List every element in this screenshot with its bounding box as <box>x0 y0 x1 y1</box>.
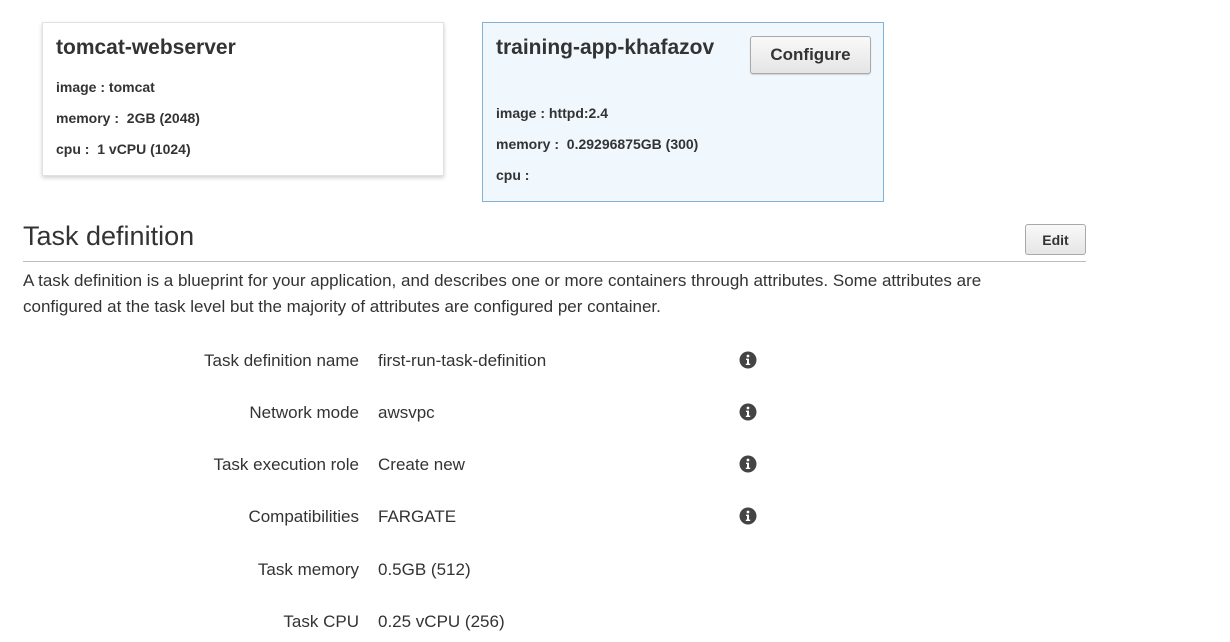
container-image-row: image : httpd:2.4 <box>496 105 608 121</box>
memory-value: 2GB (2048) <box>122 110 200 126</box>
edit-button[interactable]: Edit <box>1025 224 1086 255</box>
section-title: Task definition <box>23 221 195 251</box>
container-name: training-app-khafazov <box>496 36 715 59</box>
field-value-task-definition-name: first-run-task-definition <box>378 351 547 370</box>
container-name: tomcat-webserver <box>56 36 236 59</box>
field-label-task-memory: Task memory <box>257 560 359 579</box>
field-value-compatibilities: FARGATE <box>378 507 457 526</box>
field-label-compatibilities: Compatibilities <box>248 507 359 526</box>
field-label-network-mode: Network mode <box>249 403 359 422</box>
container-card-training-app-khafazov[interactable]: training-app-khafazov Configure image : … <box>482 22 884 202</box>
cpu-value: 1 vCPU (1024) <box>93 141 191 157</box>
section-description: A task definition is a blueprint for you… <box>23 271 982 316</box>
configure-button[interactable]: Configure <box>750 36 871 74</box>
container-memory-row: memory : 2GB (2048) <box>56 110 200 126</box>
image-value: tomcat <box>108 79 155 95</box>
container-card-tomcat-webserver[interactable]: tomcat-webserver image : tomcat memory :… <box>42 22 444 176</box>
memory-value: 0.29296875GB (300) <box>562 136 699 152</box>
memory-label: memory : <box>56 110 123 126</box>
field-label-task-execution-role: Task execution role <box>213 455 359 474</box>
cpu-label: cpu : <box>496 167 534 183</box>
field-value-task-memory: 0.5GB (512) <box>378 560 471 579</box>
field-label-task-definition-name: Task definition name <box>204 351 359 370</box>
image-label: image : <box>56 79 109 95</box>
section-divider <box>23 261 1086 262</box>
info-icon[interactable] <box>739 507 757 525</box>
info-icon[interactable] <box>739 455 757 473</box>
info-icon[interactable] <box>739 351 757 369</box>
field-label-task-cpu: Task CPU <box>283 612 359 631</box>
field-value-network-mode: awsvpc <box>378 403 435 422</box>
cpu-label: cpu : <box>56 141 94 157</box>
container-memory-row: memory : 0.29296875GB (300) <box>496 136 698 152</box>
field-value-task-execution-role: Create new <box>378 455 465 474</box>
image-label: image : <box>496 105 549 121</box>
image-value: httpd:2.4 <box>548 105 609 121</box>
container-cpu-row: cpu : 1 vCPU (1024) <box>56 141 191 157</box>
container-cpu-row: cpu : <box>496 167 533 183</box>
info-icon[interactable] <box>739 403 757 421</box>
container-image-row: image : tomcat <box>56 79 155 95</box>
field-value-task-cpu: 0.25 vCPU (256) <box>378 612 505 631</box>
memory-label: memory : <box>496 136 563 152</box>
